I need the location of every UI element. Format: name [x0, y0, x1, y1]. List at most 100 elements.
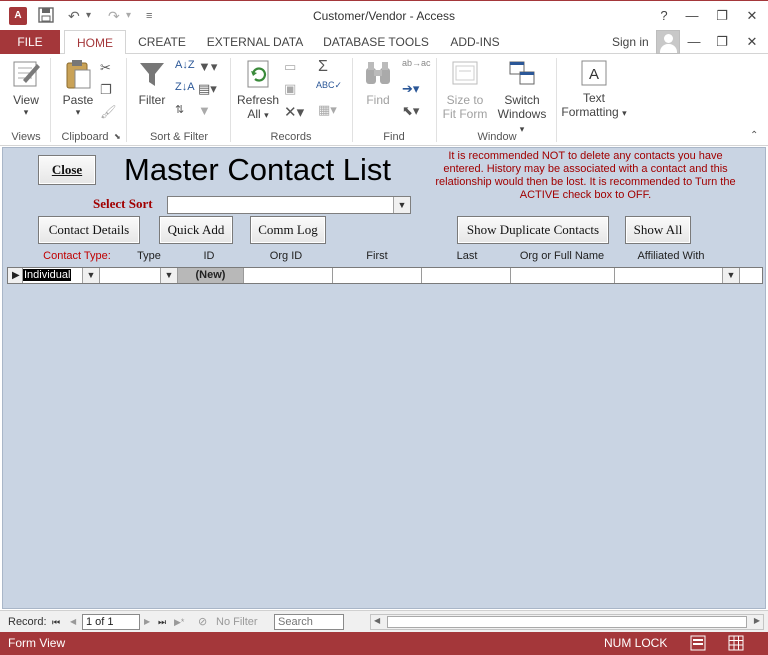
- tab-database-tools[interactable]: DATABASE TOOLS: [318, 30, 434, 54]
- switch-windows-button[interactable]: Switch Windows ▾: [494, 58, 550, 135]
- toggle-filter-icon[interactable]: ▼: [198, 103, 211, 118]
- contact-details-button[interactable]: Contact Details: [38, 216, 140, 244]
- size-to-fit-button[interactable]: Size to Fit Form: [440, 58, 490, 121]
- save-record-icon[interactable]: ▣: [284, 81, 296, 97]
- show-duplicate-contacts-button[interactable]: Show Duplicate Contacts: [457, 216, 609, 244]
- cell-org-name[interactable]: [511, 268, 615, 283]
- spelling-icon[interactable]: ABC✓: [316, 80, 342, 91]
- next-record-icon[interactable]: ▶: [144, 615, 150, 629]
- close-form-button[interactable]: Close: [38, 155, 96, 185]
- sort-ascending-icon[interactable]: A↓Z: [175, 59, 195, 71]
- filter-button[interactable]: Filter: [134, 58, 170, 107]
- collapse-ribbon-icon[interactable]: ⌃: [750, 130, 758, 141]
- record-selector[interactable]: ▶: [8, 268, 23, 283]
- first-record-icon[interactable]: ⏮: [52, 615, 60, 629]
- group-window-label: Window: [477, 131, 517, 143]
- maximize-button[interactable]: ❐: [708, 5, 736, 27]
- view-icon: [13, 61, 40, 87]
- clipboard-launcher-icon[interactable]: ⬊: [114, 132, 121, 141]
- help-button[interactable]: ?: [650, 5, 678, 27]
- cell-id[interactable]: (New): [178, 268, 244, 283]
- text-formatting-label-2: Formatting ▾: [561, 105, 627, 119]
- paste-icon: [66, 60, 91, 89]
- cut-icon[interactable]: ✂: [100, 60, 111, 76]
- master-contact-form: Close Master Contact List It is recommen…: [2, 147, 766, 609]
- minimize-button[interactable]: —: [678, 5, 706, 27]
- paste-label: Paste: [62, 93, 94, 107]
- horizontal-scrollbar[interactable]: ◀ ▶: [370, 614, 764, 630]
- current-record-input[interactable]: 1 of 1: [82, 614, 140, 630]
- cell-first[interactable]: [333, 268, 422, 283]
- select-icon[interactable]: ⬉▾: [402, 103, 419, 119]
- format-painter-icon[interactable]: 🖌: [100, 104, 117, 120]
- cell-last[interactable]: [422, 268, 511, 283]
- avatar[interactable]: [656, 30, 680, 54]
- divider: [352, 58, 353, 142]
- form-view-icon[interactable]: [690, 635, 706, 654]
- divider: [230, 58, 231, 142]
- last-record-icon[interactable]: ⏭: [158, 615, 166, 629]
- view-button[interactable]: View ▾: [6, 58, 46, 118]
- table-row[interactable]: ▶ Individual ▼ ▼ (New) ▼: [7, 267, 763, 284]
- find-button[interactable]: Find: [358, 58, 398, 107]
- refresh-all-button[interactable]: Refresh All ▾: [236, 58, 280, 121]
- sign-in-link[interactable]: Sign in: [612, 30, 649, 54]
- replace-icon[interactable]: ab→ac: [402, 58, 431, 68]
- datasheet-view-icon[interactable]: [728, 635, 744, 654]
- totals-icon[interactable]: Σ: [318, 58, 328, 76]
- chevron-down-icon[interactable]: ▼: [160, 268, 177, 283]
- chevron-down-icon[interactable]: ▼: [722, 268, 739, 283]
- tab-add-ins[interactable]: ADD-INS: [442, 30, 508, 54]
- cell-org-id[interactable]: [244, 268, 333, 283]
- advanced-filter-icon[interactable]: ▤▾: [198, 81, 217, 97]
- switch-windows-icon: [509, 61, 535, 85]
- ribbon: View ▾ Views Paste ▾ ✂ ❐ 🖌 Clipboard ⬊ F…: [0, 54, 768, 146]
- text-formatting-button[interactable]: A Text Formatting ▾: [558, 58, 630, 119]
- ribbon-restore-button[interactable]: ❐: [708, 31, 736, 53]
- paste-dropdown-icon: ▾: [75, 107, 81, 117]
- svg-text:A: A: [589, 66, 599, 83]
- new-record-icon[interactable]: ▭: [284, 59, 296, 75]
- selection-filter-icon[interactable]: ▼▾: [198, 59, 217, 75]
- search-input[interactable]: [274, 614, 344, 630]
- no-filter-icon[interactable]: ⊘: [198, 615, 207, 629]
- scrollbar-thumb[interactable]: [387, 616, 747, 628]
- current-record-icon: ▶: [12, 270, 20, 281]
- tab-create[interactable]: CREATE: [132, 30, 192, 54]
- text-formatting-icon: A: [581, 60, 607, 86]
- header-affiliated-with: Affiliated With: [637, 250, 705, 262]
- delete-record-icon[interactable]: ✕▾: [284, 103, 304, 121]
- quick-add-button[interactable]: Quick Add: [159, 216, 233, 244]
- page-title: Master Contact List: [124, 152, 392, 187]
- filter-label: Filter: [138, 93, 166, 107]
- tab-file[interactable]: FILE: [0, 30, 60, 54]
- chevron-down-icon[interactable]: ▼: [82, 268, 99, 283]
- tab-home[interactable]: HOME: [64, 30, 126, 55]
- chevron-down-icon[interactable]: ▼: [393, 197, 410, 213]
- remove-sort-icon[interactable]: ⇅: [175, 103, 184, 116]
- cell-affiliated-with[interactable]: ▼: [615, 268, 740, 283]
- paste-button[interactable]: Paste ▾: [58, 58, 98, 118]
- select-sort-combo[interactable]: ▼: [167, 196, 411, 214]
- go-to-icon[interactable]: ➔▾: [402, 81, 419, 97]
- filter-status[interactable]: No Filter: [216, 615, 258, 629]
- num-lock-status: NUM LOCK: [604, 636, 668, 650]
- tab-external-data[interactable]: EXTERNAL DATA: [200, 30, 310, 54]
- more-records-icon[interactable]: ▦▾: [318, 102, 337, 118]
- cell-contact-type[interactable]: Individual ▼: [23, 268, 100, 283]
- sort-descending-icon[interactable]: Z↓A: [175, 81, 195, 93]
- scroll-left-icon[interactable]: ◀: [374, 616, 380, 625]
- copy-icon[interactable]: ❐: [100, 82, 112, 98]
- ribbon-minimize-button[interactable]: —: [680, 31, 708, 53]
- ribbon-close-button[interactable]: ✕: [738, 31, 766, 53]
- previous-record-icon[interactable]: ◀: [70, 615, 76, 629]
- view-label: View: [13, 93, 39, 107]
- cell-type[interactable]: ▼: [100, 268, 178, 283]
- new-blank-record-icon[interactable]: ▶*: [174, 615, 184, 629]
- show-all-button[interactable]: Show All: [625, 216, 691, 244]
- scroll-right-icon[interactable]: ▶: [754, 616, 760, 625]
- comm-log-button[interactable]: Comm Log: [250, 216, 326, 244]
- cell-contact-type-value[interactable]: Individual: [23, 269, 72, 281]
- close-window-button[interactable]: ✕: [738, 5, 766, 27]
- header-org-id: Org ID: [269, 250, 303, 262]
